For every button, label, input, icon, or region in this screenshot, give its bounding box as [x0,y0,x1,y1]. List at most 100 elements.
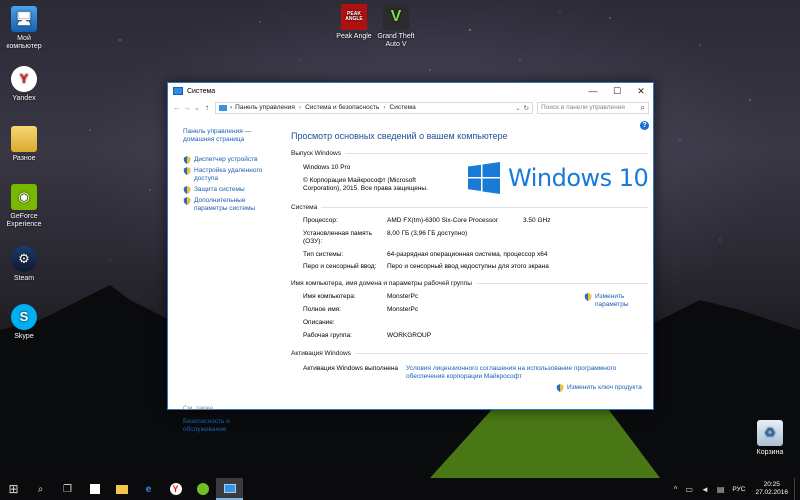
activation-status: Активация Windows выполнена [303,365,398,373]
pen-label: Перо и сенсорный ввод: [303,263,377,270]
close-button[interactable]: ✕ [629,83,653,99]
computer-name-section: Имя компьютера, имя домена и параметры р… [291,280,648,287]
recent-dropdown-icon[interactable]: ⌄ [192,103,202,112]
utorrent-glyph [196,483,209,495]
title-bar[interactable]: Система — ☐ ✕ [168,83,653,99]
minimize-button[interactable]: — [581,83,605,99]
processor-value: AMD FX(tm)-6300 Six-Core Processor [387,217,498,224]
shield-icon [183,167,191,175]
change-settings-link[interactable]: Изменить параметры [584,293,644,309]
network-icon[interactable]: ▭ [685,485,693,494]
control-panel-taskbar-icon[interactable] [216,478,243,500]
shield-icon [556,384,564,392]
control-panel-home-link[interactable]: Панель управления — домашняя страница [183,128,261,144]
desktop-icon-gta[interactable]: V Grand Theft Auto V [372,4,420,49]
explorer-icon[interactable] [108,478,135,500]
breadcrumb-control-panel[interactable]: Панель управления [235,104,295,111]
forward-arrow-icon[interactable]: → [182,103,192,112]
memory-label: Установленная память (ОЗУ): [303,230,372,245]
change-product-key-text[interactable]: Изменить ключ продукта [567,384,642,392]
desktop-icon-geforce[interactable]: ◉ GeForce Experience [0,184,48,229]
license-terms-text[interactable]: Условия лицензионного соглашения на испо… [406,365,616,380]
shield-icon [584,293,592,301]
license-terms-link[interactable]: Условия лицензионного соглашения на испо… [406,365,636,381]
workgroup-value: WORKGROUP [387,332,432,339]
volume-icon[interactable]: ◄ [701,485,709,494]
peak-angle-badge: PEAK ANGLE [345,11,363,22]
clock-time: 20:25 [763,481,780,488]
system-section: Система [291,204,648,211]
utorrent-icon[interactable] [189,478,216,500]
system-protection-link[interactable]: Защита системы [194,186,245,194]
system-type-value: 64-разрядная операционная система, проце… [387,251,548,258]
store-icon[interactable] [81,478,108,500]
workgroup-label: Рабочая группа: [303,332,352,339]
section-header: Активация Windows [291,350,648,357]
action-center-icon[interactable] [794,478,800,500]
activation-status-text: Активация Windows выполнена [303,365,399,372]
yandex-browser-icon[interactable]: Y [162,478,189,500]
maximize-button[interactable]: ☐ [605,83,629,99]
desktop-icon-label: Steam [13,275,35,282]
desktop-icon-label: Разное [12,155,36,162]
window-title: Система [187,87,216,95]
change-product-key-link[interactable]: Изменить ключ продукта [556,384,642,392]
edition-header: Выпуск Windows [291,150,341,157]
geforce-icon: ◉ [11,184,37,210]
desktop-icon-folder[interactable]: Разное [0,126,48,163]
memory-value: 8,00 ГБ (3,96 ГБ доступно) [387,230,468,237]
device-manager-link[interactable]: Диспетчер устройств [194,156,258,164]
help-icon[interactable]: ? [640,121,649,130]
nav-device-manager[interactable]: Диспетчер устройств [183,156,280,164]
nav-system-protection[interactable]: Защита системы [183,186,280,194]
see-also-links: Безопасность и обслуживание [183,418,243,435]
tray-chevron-icon[interactable]: ^ [674,485,678,494]
windows-edition-section: Выпуск Windows [291,150,648,157]
back-arrow-icon[interactable]: ← [172,103,182,112]
skype-icon: S [11,304,37,330]
desktop-icon-my-computer[interactable]: 🖥 Мой компьютер [0,6,48,51]
edge-icon[interactable]: e [135,478,162,500]
recycle-bin-icon: ♻ [757,420,783,446]
refresh-icon[interactable]: ↻ [524,104,529,112]
description-label: Описание: [303,319,335,326]
computer-name-value: MonsterPc [387,293,419,300]
yandex-glyph: Y [169,483,182,495]
windows-logo-icon [468,162,500,194]
remote-access-link[interactable]: Настройка удаленного доступа [194,167,274,183]
search-placeholder: Поиск в панели управления [541,104,625,111]
clock[interactable]: 20:25 27.02.2016 [755,481,788,497]
language-indicator[interactable]: РУС [732,486,745,493]
address-bar-row: ← → ⌄ ↑ › Панель управления › Система и … [168,99,653,116]
search-button[interactable]: ⌕ [27,478,54,500]
address-dropdown-icon[interactable]: ⌄ [515,104,520,112]
computer-icon: 🖥 [11,6,37,32]
up-arrow-icon[interactable]: ↑ [202,103,212,112]
desktop-icon-label: GeForce Experience [6,213,42,228]
desktop-icon-label: Yandex [12,95,36,102]
system-type-label: Тип системы: [303,251,344,258]
address-input[interactable]: › Панель управления › Система и безопасн… [215,101,533,114]
advanced-settings-link[interactable]: Дополнительные параметры системы [194,197,280,213]
gta-icon: V [383,4,409,30]
computer-name-label: Имя компьютера: [303,293,356,300]
computer-header: Имя компьютера, имя домена и параметры р… [291,280,472,287]
desktop-icon-peak-angle[interactable]: PEAK ANGLE Peak Angle [330,4,378,41]
desktop-icon-skype[interactable]: S Skype [0,304,48,341]
start-button[interactable]: ⊞ [0,478,27,500]
search-input[interactable]: Поиск в панели управления ⌕ [537,101,649,114]
desktop-icon-recycle-bin[interactable]: ♻ Корзина [746,420,794,457]
main-content: ? Просмотр основных сведений о вашем ком… [291,117,651,410]
clock-date: 27.02.2016 [755,489,788,496]
desktop-icon-steam[interactable]: ⚙ Steam [0,246,48,283]
task-view-button[interactable]: ❐ [54,478,81,500]
breadcrumb-system[interactable]: Система [390,104,416,111]
notification-icon[interactable]: ▤ [717,485,725,494]
windows-10-logo: Windows 10 [468,162,649,194]
desktop-icon-yandex[interactable]: Y Yandex [0,66,48,103]
nav-remote-access[interactable]: Настройка удаленного доступа [183,167,280,183]
change-settings-text[interactable]: Изменить параметры [595,293,644,309]
nav-advanced-settings[interactable]: Дополнительные параметры системы [183,197,280,213]
security-maintenance-link[interactable]: Безопасность и обслуживание [183,418,243,434]
breadcrumb-system-security[interactable]: Система и безопасность [305,104,379,111]
